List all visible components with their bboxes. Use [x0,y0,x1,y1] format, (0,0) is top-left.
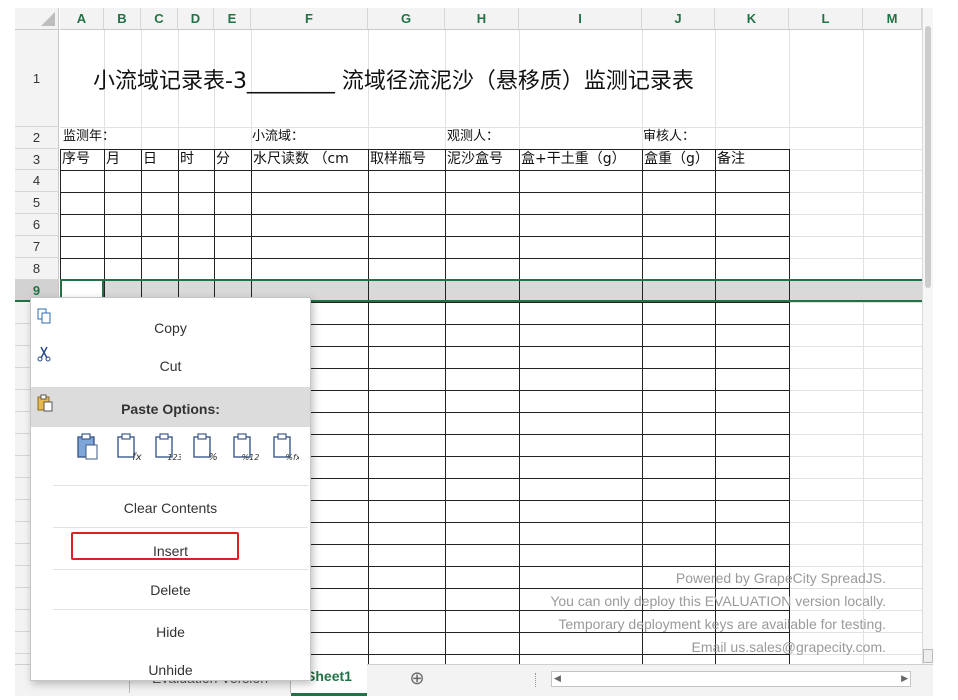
column-header-j[interactable]: J [642,8,715,30]
table-header-6: 水尺读数 （cm [253,151,349,167]
table-header-1: 序号 [62,151,90,167]
watermark-line-2: You can only deploy this EVALUATION vers… [550,593,886,609]
watershed-label: 小流域： [252,129,305,144]
table-header-3: 日 [143,151,157,167]
paste-options-label: Paste Options: [121,401,220,417]
selection-border-top [60,279,922,281]
menu-item-unhide[interactable]: Unhide [31,662,310,678]
row-header-4[interactable]: 4 [15,170,59,192]
table-header-8: 泥沙盒号 [447,151,503,167]
observer-label: 观测人： [447,129,500,144]
column-header-h[interactable]: H [445,8,519,30]
row-header-6[interactable]: 6 [15,214,59,236]
table-header-5: 分 [216,151,230,167]
add-sheet-button[interactable]: ⊕ [403,665,431,693]
scroll-right-button[interactable]: ▶ [901,673,908,684]
column-header-g[interactable]: G [368,8,445,30]
sheet-title: 小流域记录表-3________ 流域径流泥沙（悬移质）监测记录表 [93,69,694,94]
paste-formulas-number-formatting-icon[interactable]: %fx [271,432,301,464]
row-header-8[interactable]: 8 [15,258,59,280]
row-header-2[interactable]: 2 [15,127,59,149]
menu-separator [53,609,308,610]
select-all-corner[interactable] [15,8,59,30]
menu-separator [53,485,308,486]
column-header-k[interactable]: K [715,8,789,30]
menu-item-insert[interactable]: Insert [31,543,310,559]
column-header-l[interactable]: L [789,8,863,30]
svg-text:123: 123 [167,453,181,462]
monitor-year-label: 监测年： [63,129,116,144]
svg-text:fx: fx [132,452,142,463]
table-header-4: 时 [180,151,194,167]
menu-separator [53,527,308,528]
menu-item-cut[interactable]: Cut [31,358,310,374]
menu-separator [53,569,308,570]
table-header-2: 月 [106,151,120,167]
paste-formatting-icon[interactable]: % [191,432,219,464]
tab-splitter[interactable] [535,673,539,687]
table-header-9: 盒+干土重（g） [521,151,626,167]
paste-values-icon[interactable]: 123 [153,432,183,464]
spreadsheet-app: ABCDEFGHIJKLM 123456789 小流域记录表-3________… [15,8,933,696]
table-header-11: 备注 [717,151,745,167]
context-menu: Copy Cut Paste Options: fx 123% %123 %fx Cl… [30,297,311,681]
reviewer-label: 审核人： [643,129,696,144]
row-header-5[interactable]: 5 [15,192,59,214]
paste-icon[interactable] [75,432,103,464]
watermark-line-3: Temporary deployment keys are available … [558,616,886,632]
row-header-7[interactable]: 7 [15,236,59,258]
vertical-scrollbar[interactable] [922,8,933,670]
column-header-d[interactable]: D [178,8,214,30]
svg-text:%: % [208,452,218,463]
menu-item-delete[interactable]: Delete [31,582,310,598]
paste-values-number-formatting-icon[interactable]: %123 [231,432,264,464]
scroll-left-button[interactable]: ◀ [554,673,561,684]
vertical-scroll-thumb[interactable] [925,26,931,288]
column-header-c[interactable]: C [141,8,178,30]
column-header-a[interactable]: A [60,8,104,30]
row-header-1[interactable]: 1 [15,30,59,127]
horizontal-scrollbar[interactable]: ◀ ▶ [551,671,911,687]
svg-text:%fx: %fx [285,453,299,462]
table-header-10: 盒重（g） [644,151,709,167]
watermark-line-1: Powered by GrapeCity SpreadJS. [675,570,886,586]
table-header-7: 取样瓶号 [370,151,426,167]
menu-item-copy[interactable]: Copy [31,320,310,336]
column-header-m[interactable]: M [863,8,922,30]
row-header-3[interactable]: 3 [15,149,59,170]
column-header-i[interactable]: I [519,8,642,30]
svg-text:%123: %123 [242,453,259,462]
watermark-line-4: Email us.sales@grapecity.com. [691,639,886,655]
menu-item-clear-contents[interactable]: Clear Contents [31,500,310,516]
column-header-b[interactable]: B [104,8,141,30]
paste-formulas-icon[interactable]: fx [115,432,143,464]
column-header-e[interactable]: E [214,8,251,30]
menu-item-hide[interactable]: Hide [31,624,310,640]
column-header-f[interactable]: F [251,8,368,30]
scroll-down-button[interactable] [923,649,933,663]
